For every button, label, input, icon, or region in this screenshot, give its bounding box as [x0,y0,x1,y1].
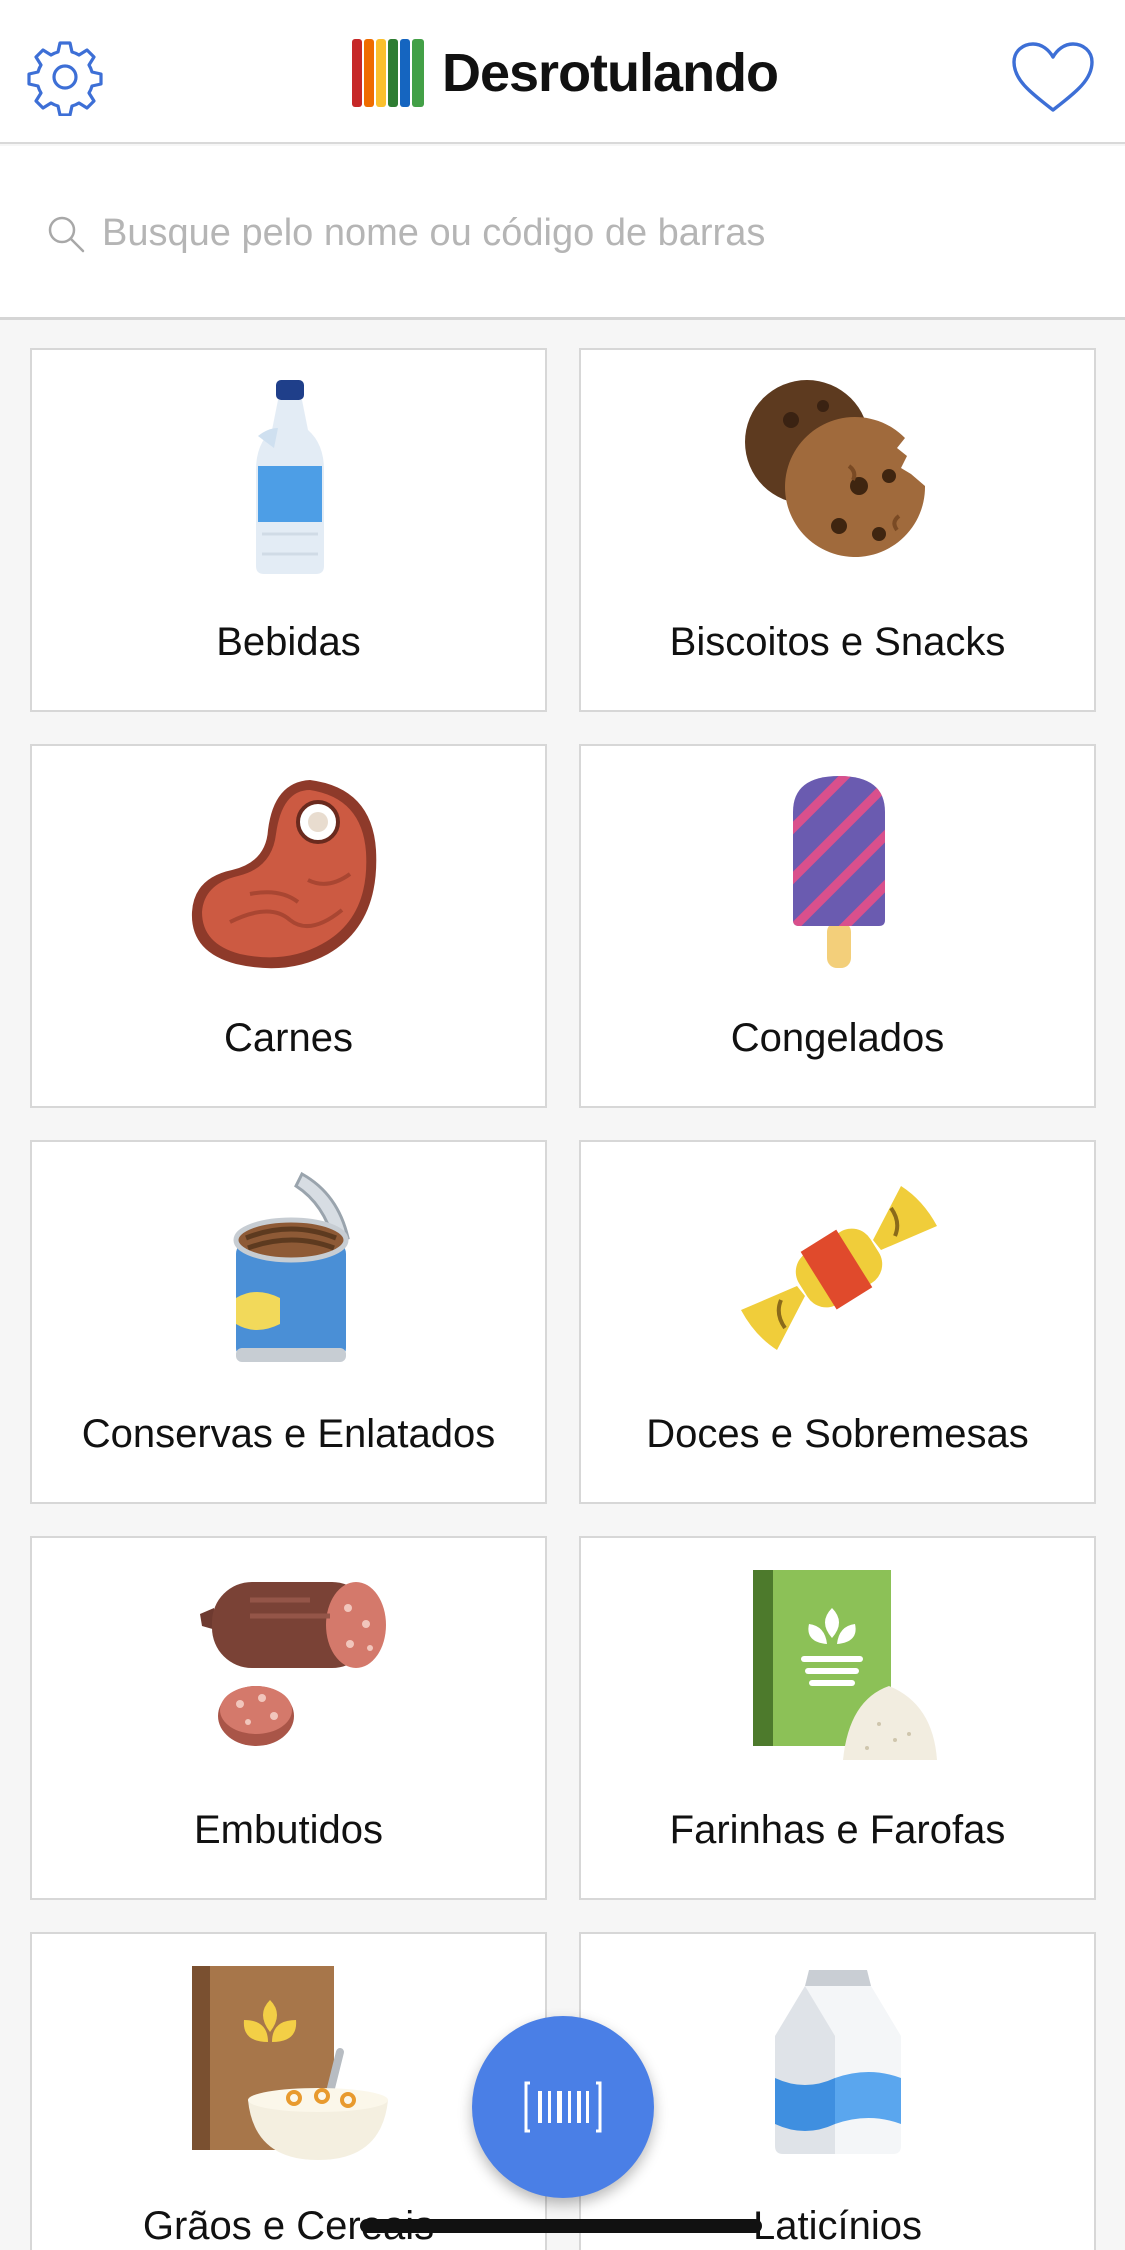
steak-icon [191,780,377,969]
search-bar [0,146,1125,320]
flour-icon [753,1570,937,1760]
category-card-farinhas-e-farofas[interactable]: Farinhas e Farofas [579,1536,1096,1900]
salami-icon [200,1582,386,1746]
category-card-laticinios[interactable]: Laticínios [579,1932,1096,2250]
scan-barcode-button[interactable] [472,2016,654,2198]
category-card-doces-e-sobremesas[interactable]: Doces e Sobremesas [579,1140,1096,1504]
app-screen: Desrotulando Bebidas [0,0,1125,2250]
top-bar: Desrotulando [0,0,1125,144]
home-indicator[interactable] [360,2219,762,2233]
water-bottle-icon [256,380,324,574]
category-card-conservas-e-enlatados[interactable]: Conservas e Enlatados [30,1140,547,1504]
cereal-box-icon [192,1966,388,2160]
category-card-carnes[interactable]: Carnes [30,744,547,1108]
category-label: Biscoitos e Snacks [669,620,1006,664]
category-label: Embutidos [194,1808,383,1852]
app-title: Desrotulando [442,43,779,103]
milk-carton-icon [775,1970,901,2154]
category-label: Farinhas e Farofas [669,1808,1006,1852]
brand: Desrotulando [350,33,779,113]
popsicle-icon [793,776,885,968]
search-icon [48,216,85,253]
barcode-icon [524,2081,602,2133]
category-card-bebidas[interactable]: Bebidas [30,348,547,712]
category-label: Bebidas [216,620,361,664]
cookies-icon [745,380,926,557]
rainbow-logo-icon [352,39,424,107]
gear-icon[interactable] [26,38,104,116]
category-label: Conservas e Enlatados [81,1412,496,1456]
category-label: Doces e Sobremesas [646,1412,1029,1456]
category-label: Carnes [224,1016,353,1060]
category-card-embutidos[interactable]: Embutidos [30,1536,547,1900]
category-card-graos-e-cereais[interactable]: Grãos e Cereais [30,1932,547,2250]
search-input[interactable] [102,198,1082,268]
category-grid: Bebidas Biscoitos e Snacks Carnes Congel… [30,348,1096,2250]
heart-icon[interactable] [1010,40,1096,116]
candy-icon [741,1186,937,1350]
canned-food-icon [233,1171,350,1362]
category-card-congelados[interactable]: Congelados [579,744,1096,1108]
category-card-biscoitos-e-snacks[interactable]: Biscoitos e Snacks [579,348,1096,712]
category-label: Congelados [730,1016,945,1060]
